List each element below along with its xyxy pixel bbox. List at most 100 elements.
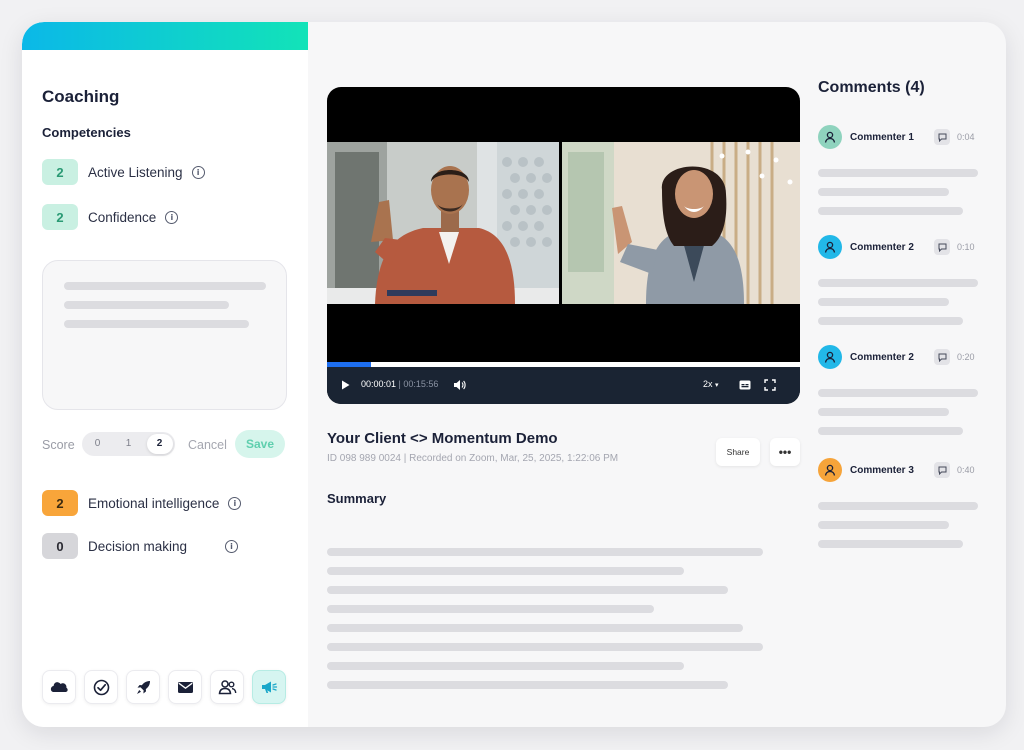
competency-active-listening[interactable]: 2 Active Listening i [42, 159, 205, 185]
team-button[interactable] [210, 670, 244, 704]
comment-placeholder-line [818, 279, 978, 287]
launch-button[interactable] [126, 670, 160, 704]
recording-title: Your Client <> Momentum Demo [327, 430, 558, 447]
coaching-app-window: Coaching Competencies 2 Active Listening… [22, 22, 1006, 727]
participant-video-left [327, 142, 559, 304]
participant-woman-image [562, 142, 800, 304]
comment-timestamp[interactable]: 0:10 [957, 242, 975, 252]
coaching-title: Coaching [42, 87, 120, 106]
score-option-2[interactable]: 2 [146, 434, 173, 454]
comment-timestamp[interactable]: 0:20 [957, 352, 975, 362]
user-icon [824, 241, 836, 253]
play-icon[interactable] [341, 380, 350, 390]
placeholder-line [327, 586, 728, 594]
comment-placeholder-line [818, 540, 963, 548]
competency-label: Decision making [88, 538, 188, 554]
commenter-name: Commenter 3 [850, 464, 914, 476]
commenter-name: Commenter 2 [850, 241, 914, 253]
comment-item[interactable]: Commenter 3 0:40 [818, 457, 978, 483]
competency-emotional-intelligence[interactable]: 2 Emotional intelligence i [42, 490, 242, 516]
competency-score-badge: 0 [42, 533, 78, 559]
comment-placeholder-line [818, 317, 963, 325]
check-circle-icon [93, 679, 109, 695]
comment-placeholder-line [818, 502, 978, 510]
competency-score-badge: 2 [42, 159, 78, 185]
participant-man-image [327, 142, 559, 304]
placeholder-line [64, 301, 229, 309]
salesforce-button[interactable] [42, 670, 76, 704]
comment-bubble-icon [934, 462, 950, 478]
avatar [818, 235, 842, 259]
playback-speed[interactable]: 2x ▾ [703, 379, 719, 389]
info-icon[interactable]: i [191, 165, 205, 179]
captions-icon[interactable] [739, 380, 751, 390]
comments-heading: Comments (4) [818, 79, 925, 96]
placeholder-line [327, 662, 684, 670]
info-icon[interactable]: i [165, 210, 179, 224]
share-button[interactable]: Share [716, 438, 760, 466]
comment-bubble-icon [934, 239, 950, 255]
announce-button[interactable] [252, 670, 286, 704]
comment-timestamp[interactable]: 0:04 [957, 132, 975, 142]
coaching-note-textarea[interactable] [42, 260, 287, 410]
comment-item[interactable]: Commenter 2 0:20 [818, 344, 978, 370]
placeholder-line [327, 624, 743, 632]
comment-timestamp[interactable]: 0:40 [957, 465, 975, 475]
comment-placeholder-line [818, 207, 963, 215]
video-time: 00:00:01 | 00:15:56 [361, 379, 439, 389]
mail-icon [177, 681, 193, 693]
comment-bubble-icon [934, 349, 950, 365]
comment-item[interactable]: Commenter 1 0:04 [818, 124, 978, 150]
avatar [818, 345, 842, 369]
fullscreen-icon[interactable] [764, 379, 776, 391]
comment-placeholder-line [818, 408, 949, 416]
competency-decision-making[interactable]: 0 Decision making i [42, 533, 239, 559]
comment-placeholder-line [818, 521, 949, 529]
info-icon[interactable]: i [225, 539, 239, 553]
info-icon[interactable]: i [228, 496, 242, 510]
competency-label: Active Listening [88, 164, 183, 180]
cancel-button[interactable]: Cancel [188, 438, 227, 452]
participant-video-right [562, 142, 800, 304]
placeholder-line [327, 643, 763, 651]
competency-score-badge: 2 [42, 204, 78, 230]
comment-item[interactable]: Commenter 2 0:10 [818, 234, 978, 260]
comment-placeholder-line [818, 298, 949, 306]
more-options-button[interactable]: ••• [770, 438, 800, 466]
current-time: 00:00:01 [361, 379, 397, 389]
recording-meta: ID 098 989 0024 | Recorded on Zoom, Mar,… [327, 453, 619, 464]
user-icon [824, 131, 836, 143]
users-icon [218, 680, 236, 695]
volume-icon[interactable] [453, 379, 466, 391]
comment-placeholder-line [818, 427, 963, 435]
comment-placeholder-line [818, 389, 978, 397]
email-button[interactable] [168, 670, 202, 704]
placeholder-line [64, 282, 266, 290]
save-button[interactable]: Save [235, 430, 285, 458]
summary-heading: Summary [327, 491, 387, 506]
video-player[interactable]: 00:00:01 | 00:15:56 2x ▾ [327, 87, 800, 404]
task-complete-button[interactable] [84, 670, 118, 704]
salesforce-cloud-icon [50, 682, 68, 692]
avatar [818, 125, 842, 149]
commenter-name: Commenter 2 [850, 351, 914, 363]
score-option-0[interactable]: 0 [85, 434, 111, 454]
placeholder-line [327, 548, 763, 556]
score-option-1[interactable]: 1 [116, 434, 142, 454]
comment-bubble-icon [934, 129, 950, 145]
user-icon [824, 351, 836, 363]
comment-placeholder-line [818, 188, 949, 196]
accent-gradient-bar [22, 22, 308, 50]
avatar [818, 458, 842, 482]
video-controls: 00:00:01 | 00:15:56 2x ▾ [327, 367, 800, 404]
score-label: Score [42, 438, 75, 452]
megaphone-icon [262, 681, 278, 693]
video-duration: 00:15:56 [403, 379, 439, 389]
placeholder-line [327, 605, 654, 613]
competency-confidence[interactable]: 2 Confidence i [42, 204, 179, 230]
placeholder-line [327, 567, 684, 575]
user-icon [824, 464, 836, 476]
competency-score-badge: 2 [42, 490, 78, 516]
commenter-name: Commenter 1 [850, 131, 914, 143]
integration-toolbar [42, 670, 286, 704]
